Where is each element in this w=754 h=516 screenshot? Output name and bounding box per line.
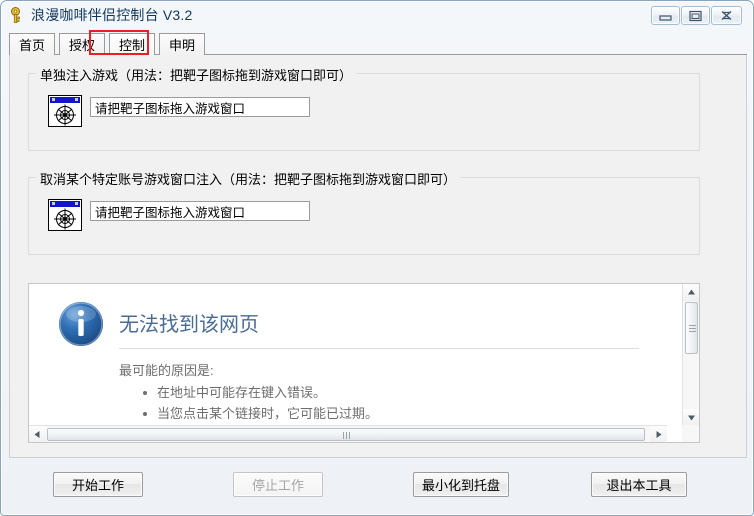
tab-home[interactable]: 首页	[9, 33, 56, 55]
tab-panel-control: 单独注入游戏（用法：把靶子图标拖到游戏窗口即可） 请把靶子图标拖入游戏窗口 取消…	[9, 55, 747, 458]
stop-work-button: 停止工作	[233, 472, 323, 497]
horizontal-scroll-thumb[interactable]	[47, 428, 645, 441]
tab-strip: 首页 授权 控制 申明	[9, 30, 747, 55]
error-title: 无法找到该网页	[119, 314, 259, 336]
info-icon	[57, 300, 105, 348]
vertical-scrollbar[interactable]	[682, 284, 699, 426]
key-icon	[9, 6, 27, 24]
start-work-button[interactable]: 开始工作	[53, 472, 143, 497]
horizontal-scrollbar[interactable]	[29, 425, 667, 442]
target-window-icon[interactable]	[48, 199, 82, 231]
scrollbar-corner	[682, 425, 699, 442]
tab-control[interactable]: 控制	[109, 33, 156, 55]
minimize-to-tray-button[interactable]: 最小化到托盘	[413, 472, 509, 497]
exit-tool-button[interactable]: 退出本工具	[591, 472, 687, 497]
window-title: 浪漫咖啡伴侣控制台 V3.2	[31, 7, 193, 23]
tab-statement[interactable]: 申明	[159, 33, 206, 55]
minimize-icon[interactable]	[651, 6, 680, 25]
scroll-down-arrow-icon[interactable]	[683, 409, 699, 426]
error-reason-heading: 最可能的原因是:	[119, 363, 214, 378]
inject-game-drop-input[interactable]: 请把靶子图标拖入游戏窗口	[90, 97, 310, 117]
cancel-inject-drop-input[interactable]: 请把靶子图标拖入游戏窗口	[90, 201, 310, 221]
error-divider	[119, 348, 639, 349]
vertical-scroll-thumb[interactable]	[685, 302, 698, 354]
application-window: 浪漫咖啡伴侣控制台 V3.2 首页 授权 控制 申明 单独注入游戏（用法：把靶子…	[0, 0, 754, 516]
scroll-up-arrow-icon[interactable]	[683, 284, 699, 301]
group-cancel-inject: 取消某个特定账号游戏窗口注入（用法：把靶子图标拖到游戏窗口即可） 请把靶子图标拖…	[28, 169, 700, 255]
target-reticle	[49, 103, 81, 126]
group-cancel-inject-legend: 取消某个特定账号游戏窗口注入（用法：把靶子图标拖到游戏窗口即可）	[36, 169, 461, 188]
title-bar[interactable]: 浪漫咖啡伴侣控制台 V3.2	[1, 1, 753, 29]
target-window-icon[interactable]	[48, 95, 82, 127]
scroll-left-arrow-icon[interactable]	[29, 426, 46, 442]
scroll-right-arrow-icon[interactable]	[650, 426, 667, 442]
footer-button-bar: 开始工作 停止工作 最小化到托盘 退出本工具	[1, 458, 753, 515]
group-inject-game-legend: 单独注入游戏（用法：把靶子图标拖到游戏窗口即可）	[36, 65, 357, 84]
list-item: 当您点击某个链接时，它可能已过期。	[142, 403, 378, 424]
group-inject-game: 单独注入游戏（用法：把靶子图标拖到游戏窗口即可） 请把靶子图标拖入游戏窗口	[28, 65, 700, 151]
tab-authorize[interactable]: 授权	[59, 33, 106, 55]
list-item: 在地址中可能存在键入错误。	[142, 382, 378, 403]
error-reason-list: 在地址中可能存在键入错误。 当您点击某个链接时，它可能已过期。	[135, 382, 378, 424]
browser-content: 无法找到该网页 最可能的原因是: 在地址中可能存在键入错误。 当您点击某个链接时…	[29, 284, 667, 426]
close-icon[interactable]	[711, 6, 742, 25]
target-reticle	[49, 207, 81, 230]
embedded-browser: 无法找到该网页 最可能的原因是: 在地址中可能存在键入错误。 当您点击某个链接时…	[28, 283, 700, 443]
maximize-icon[interactable]	[681, 6, 710, 25]
